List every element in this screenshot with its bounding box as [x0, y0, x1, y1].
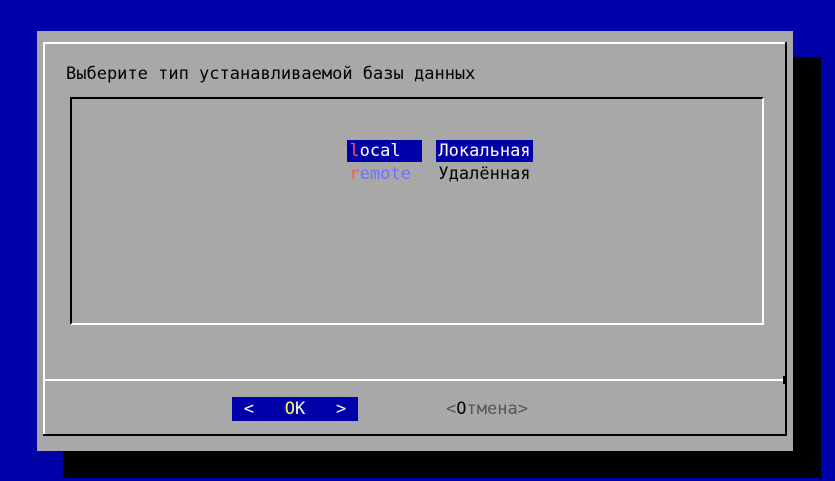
list-item-local[interactable]: local Локальная: [286, 118, 533, 162]
dialog-border-top: [43, 42, 785, 44]
ok-hotkey: O: [284, 399, 295, 419]
cancel-label-rest: тмена: [466, 399, 518, 419]
options-list: local Локальная remote Удалённая: [70, 97, 764, 325]
list-item-remote[interactable]: remote Удалённая: [286, 141, 533, 184]
cancel-right-bracket: >: [517, 399, 528, 419]
terminal-screen: { "dialog": { "prompt": "Выберите тип ус…: [0, 0, 835, 481]
dialog-prompt: Выберите тип устанавливаемой базы данных: [66, 64, 476, 84]
cancel-button[interactable]: <Отмена>: [446, 397, 528, 421]
option-tag-remote: remote: [347, 163, 436, 185]
button-area-separator: [43, 379, 785, 381]
database-type-dialog: Выберите тип устанавливаемой базы данных…: [37, 31, 793, 451]
ok-button[interactable]: < OK >: [232, 397, 358, 421]
option-description-remote: Удалённая: [438, 164, 531, 184]
dialog-border-bottom: [43, 434, 787, 436]
separator-corner: [783, 376, 787, 384]
option-tag-rest: emote: [359, 164, 411, 184]
ok-right-bracket: >: [335, 399, 347, 419]
cancel-hotkey: О: [456, 399, 467, 419]
ok-label-rest: K: [295, 399, 306, 419]
option-tag-hotkey: r: [349, 164, 360, 184]
cancel-left-bracket: <: [446, 399, 457, 419]
dialog-border-left: [43, 42, 45, 434]
ok-left-bracket: <: [243, 399, 255, 419]
